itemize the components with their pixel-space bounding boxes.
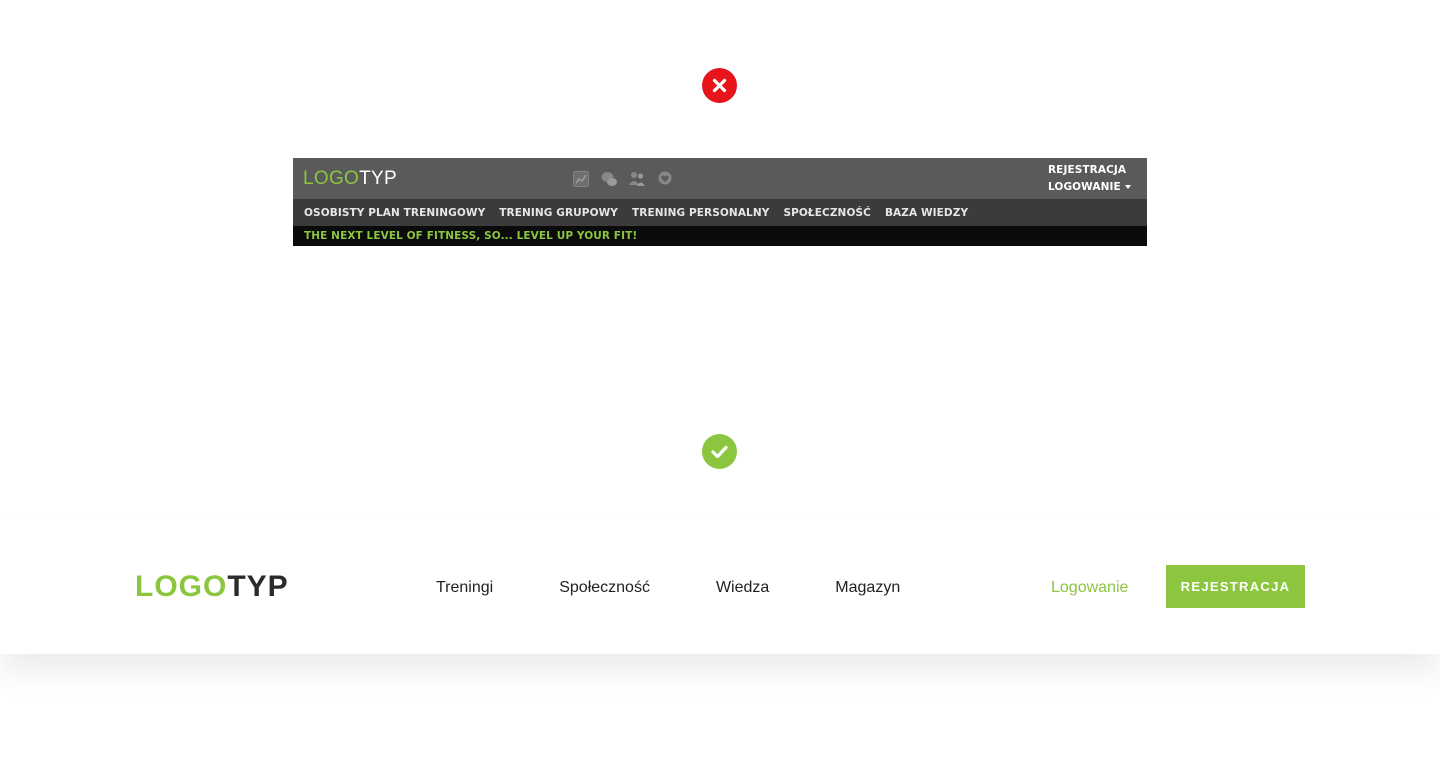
register-button[interactable]: REJESTRACJA <box>1166 565 1305 608</box>
old-auth-links: REJESTRACJA LOGOWANIE <box>1048 162 1131 196</box>
nav-item-trainings[interactable]: Treningi <box>436 578 493 598</box>
old-header: LOGOTYP REJESTRACJA LOGOWANIE OSOBISTY P… <box>293 158 1147 246</box>
new-logo-dark-part: TYP <box>227 570 289 603</box>
old-nav-item-community[interactable]: SPOŁECZNOŚĆ <box>783 207 871 219</box>
old-nav-bar: OSOBISTY PLAN TRENINGOWY TRENING GRUPOWY… <box>293 199 1147 226</box>
caret-down-icon <box>1124 185 1131 189</box>
old-header-top-bar: LOGOTYP REJESTRACJA LOGOWANIE <box>293 158 1147 199</box>
nav-item-community[interactable]: Społeczność <box>559 578 650 598</box>
old-login-dropdown[interactable]: LOGOWANIE <box>1048 179 1131 196</box>
old-logo-green-part: LOGO <box>303 168 360 189</box>
old-register-link[interactable]: REJESTRACJA <box>1048 162 1131 179</box>
heart-icon[interactable] <box>656 170 674 188</box>
old-login-label: LOGOWANIE <box>1048 181 1121 193</box>
new-logo[interactable]: LOGOTYP <box>135 570 289 604</box>
chat-icon[interactable] <box>600 170 618 188</box>
old-nav-item-personal-training[interactable]: TRENING PERSONALNY <box>632 207 769 219</box>
nav-item-knowledge[interactable]: Wiedza <box>716 578 769 598</box>
old-logo[interactable]: LOGOTYP <box>303 168 397 190</box>
new-logo-green-part: LOGO <box>135 570 228 603</box>
login-link[interactable]: Logowanie <box>1051 578 1128 598</box>
old-logo-white-part: TYP <box>359 168 397 189</box>
chart-icon[interactable] <box>572 170 590 188</box>
nav-item-magazine[interactable]: Magazyn <box>835 578 900 598</box>
new-nav: Treningi Społeczność Wiedza Magazyn <box>436 578 900 598</box>
comparison-canvas: LOGOTYP REJESTRACJA LOGOWANIE OSOBISTY P… <box>0 0 1440 778</box>
bad-example-close-icon <box>702 68 737 103</box>
old-icon-row <box>572 170 674 188</box>
old-nav-item-group-training[interactable]: TRENING GRUPOWY <box>499 207 618 219</box>
old-tagline: THE NEXT LEVEL OF FITNESS, SO... LEVEL U… <box>293 226 1147 246</box>
old-nav-item-personal-plan[interactable]: OSOBISTY PLAN TRENINGOWY <box>304 207 485 219</box>
users-icon[interactable] <box>628 170 646 188</box>
old-nav-item-knowledge-base[interactable]: BAZA WIEDZY <box>885 207 968 219</box>
new-header: LOGOTYP Treningi Społeczność Wiedza Maga… <box>0 520 1440 654</box>
good-example-check-icon <box>702 434 737 469</box>
